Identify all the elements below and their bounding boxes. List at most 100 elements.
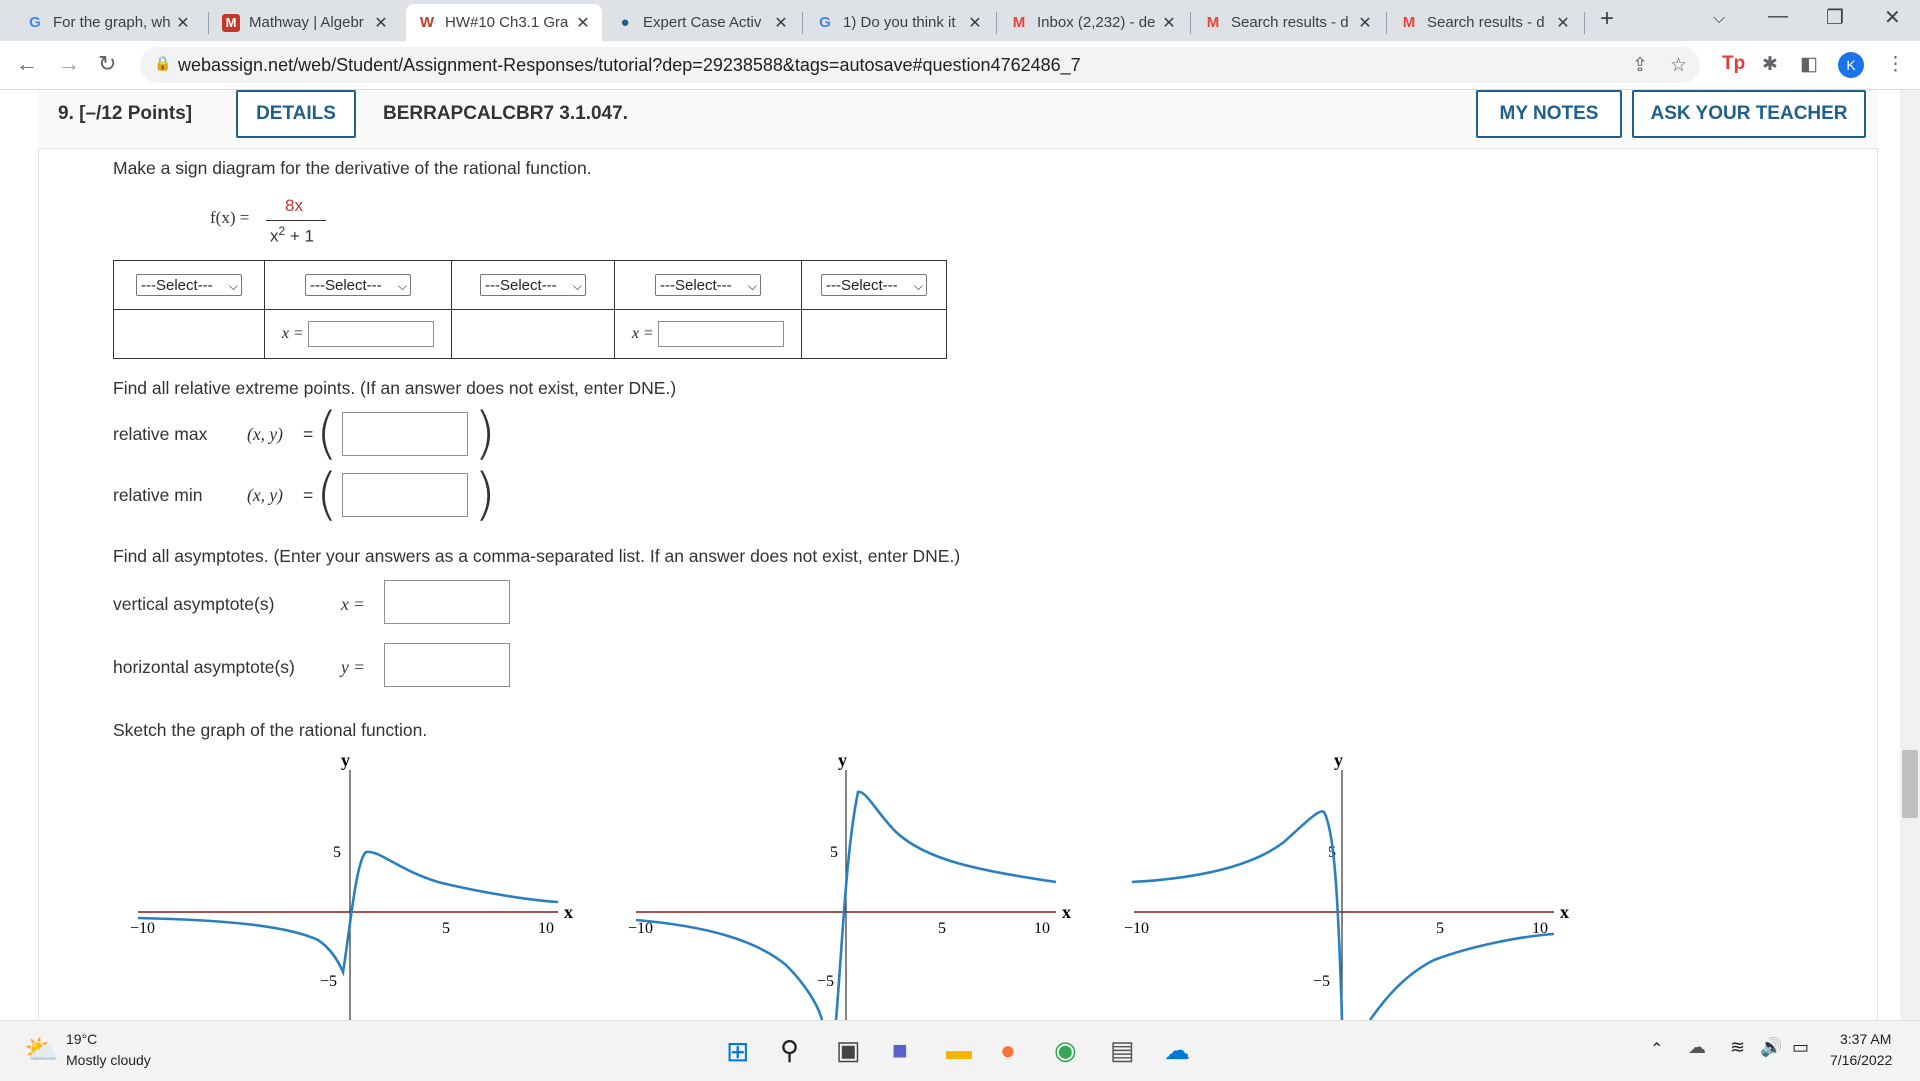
- windows-taskbar: ⛅ 19°C Mostly cloudy ⊞ ⚲ ▣ ■ ▬ ● ◉ ▤ ☁ ⌃…: [0, 1020, 1920, 1081]
- y-tick-neg5: −5: [1313, 973, 1330, 990]
- close-window-button[interactable]: ✕: [1884, 5, 1901, 30]
- page-scrollbar[interactable]: [1900, 90, 1920, 1020]
- browser-tab-active[interactable]: W HW#10 Ch3.1 Gra ✕: [406, 4, 602, 41]
- windows-start-icon[interactable]: ⊞: [726, 1035, 749, 1068]
- details-button[interactable]: DETAILS: [236, 90, 356, 138]
- sign-select-2[interactable]: ---Select--- ⌵: [305, 274, 411, 296]
- side-panel-icon[interactable]: ◧: [1800, 53, 1818, 76]
- weather-description[interactable]: Mostly cloudy: [66, 1052, 151, 1068]
- sign-select-4[interactable]: ---Select--- ⌵: [655, 274, 761, 296]
- graph-option-3[interactable]: y x 5 −5 −10 5 10: [1124, 750, 1584, 1020]
- weather-temperature[interactable]: 19°C: [66, 1031, 97, 1047]
- denominator-rest: + 1: [285, 226, 315, 246]
- close-tab-icon[interactable]: ✕: [964, 13, 986, 33]
- right-paren: ): [474, 401, 496, 466]
- tab-title: Search results - d: [1427, 14, 1545, 31]
- notepad-icon[interactable]: ▤: [1110, 1035, 1135, 1066]
- select-label: ---Select---: [826, 277, 898, 294]
- close-tab-icon[interactable]: ✕: [1552, 13, 1574, 33]
- y-tick-5: 5: [333, 844, 341, 861]
- browser-tab[interactable]: M Search results - d ✕: [1192, 4, 1384, 41]
- tab-title: Expert Case Activ: [643, 14, 762, 31]
- left-paren: (: [316, 462, 338, 527]
- graph-option-2[interactable]: y x 5 −5 −10 5 10: [626, 750, 1086, 1020]
- forward-icon[interactable]: →: [58, 51, 80, 77]
- x-tick-neg10: −10: [130, 920, 155, 937]
- file-explorer-icon[interactable]: ▬: [946, 1035, 972, 1066]
- gmail-icon: M: [1206, 14, 1220, 31]
- teams-chat-icon[interactable]: ■: [892, 1035, 908, 1066]
- onedrive-tray-icon[interactable]: ☁: [1688, 1037, 1706, 1058]
- browser-tab[interactable]: M Mathway | Algebr ✕: [210, 4, 400, 41]
- page-content: 9. [–/12 Points] DETAILS BERRAPCALCBR7 3…: [0, 90, 1900, 1028]
- vertical-asymptote-input[interactable]: [384, 580, 510, 624]
- extensions-puzzle-icon[interactable]: ✱: [1762, 53, 1778, 76]
- browser-tab[interactable]: G For the graph, wh ✕: [14, 4, 202, 41]
- tab-title: Mathway | Algebr: [249, 14, 364, 31]
- sign-select-5[interactable]: ---Select--- ⌵: [821, 274, 927, 296]
- sign-diagram-prompt: Make a sign diagram for the derivative o…: [113, 158, 592, 178]
- tab-title: Inbox (2,232) - de: [1037, 14, 1156, 31]
- my-notes-button[interactable]: MY NOTES: [1476, 90, 1622, 138]
- share-icon[interactable]: ⇪: [1632, 54, 1648, 77]
- minimize-button[interactable]: —: [1768, 5, 1788, 28]
- bookmark-star-icon[interactable]: ☆: [1670, 54, 1687, 77]
- menu-kebab-icon[interactable]: ⋮: [1886, 53, 1905, 76]
- tab-separator: [1190, 12, 1191, 34]
- task-view-icon[interactable]: ▣: [836, 1035, 861, 1066]
- battery-icon[interactable]: ▭: [1792, 1037, 1809, 1058]
- relative-max-input[interactable]: [342, 412, 468, 456]
- browser-tab[interactable]: ● Expert Case Activ ✕: [604, 4, 800, 41]
- relative-min-input[interactable]: [342, 473, 468, 517]
- graph-curve-right: [1368, 932, 1555, 1020]
- close-tab-icon[interactable]: ✕: [1354, 13, 1376, 33]
- reload-icon[interactable]: ↻: [98, 51, 116, 77]
- critical-point-2-input[interactable]: [658, 321, 785, 347]
- clock-time[interactable]: 3:37 AM: [1840, 1031, 1891, 1047]
- new-tab-button[interactable]: +: [1600, 5, 1614, 33]
- sign-select-1[interactable]: ---Select--- ⌵: [136, 274, 242, 296]
- lock-icon[interactable]: 🔒: [154, 55, 171, 72]
- tab-title: 1) Do you think it: [843, 14, 956, 31]
- close-tab-icon[interactable]: ✕: [770, 13, 792, 33]
- sign-select-3[interactable]: ---Select--- ⌵: [480, 274, 586, 296]
- clock-date[interactable]: 7/16/2022: [1830, 1052, 1892, 1068]
- browser-tab[interactable]: G 1) Do you think it ✕: [804, 4, 994, 41]
- close-tab-icon[interactable]: ✕: [572, 13, 594, 33]
- firefox-icon[interactable]: ●: [1000, 1035, 1016, 1066]
- tab-search-icon[interactable]: ⌵: [1713, 10, 1725, 28]
- left-paren: (: [316, 401, 338, 466]
- restore-button[interactable]: ❐: [1826, 5, 1844, 30]
- sketch-prompt: Sketch the graph of the rational functio…: [113, 720, 428, 740]
- address-bar[interactable]: 🔒 webassign.net/web/Student/Assignment-R…: [140, 47, 1700, 83]
- ask-teacher-button[interactable]: ASK YOUR TEACHER: [1632, 90, 1866, 138]
- asymptotes-prompt: Find all asymptotes. (Enter your answers…: [113, 546, 961, 566]
- volume-icon[interactable]: 🔊: [1760, 1037, 1782, 1058]
- graph-option-1[interactable]: y x 5 −5 −10 5 10: [128, 750, 588, 1020]
- relative-max-label: relative max: [113, 424, 208, 444]
- function-lhs: f(x) =: [210, 208, 250, 227]
- browser-tab[interactable]: M Inbox (2,232) - de ✕: [998, 4, 1188, 41]
- back-icon[interactable]: ←: [16, 51, 38, 77]
- extension-tp-icon[interactable]: Tp: [1722, 53, 1745, 75]
- chrome-icon[interactable]: ◉: [1054, 1035, 1077, 1066]
- close-tab-icon[interactable]: ✕: [370, 13, 392, 33]
- scrollbar-thumb[interactable]: [1902, 750, 1918, 818]
- weather-icon[interactable]: ⛅: [24, 1033, 59, 1066]
- browser-tab[interactable]: M Search results - d ✕: [1388, 4, 1582, 41]
- y-tick-neg5: −5: [320, 973, 337, 990]
- show-hidden-icons[interactable]: ⌃: [1650, 1039, 1663, 1059]
- critical-point-1-input[interactable]: [308, 321, 435, 347]
- close-tab-icon[interactable]: ✕: [172, 13, 194, 33]
- close-tab-icon[interactable]: ✕: [1158, 13, 1180, 33]
- profile-avatar[interactable]: K: [1838, 52, 1864, 78]
- tab-separator: [208, 12, 209, 34]
- wifi-icon[interactable]: ≋: [1730, 1037, 1745, 1058]
- horizontal-asymptote-input[interactable]: [384, 643, 510, 687]
- select-label: ---Select---: [660, 277, 732, 294]
- sign-diagram-table: ---Select--- ⌵ ---Select--- ⌵ ---Select---…: [113, 260, 947, 359]
- x-tick-5: 5: [1436, 920, 1444, 937]
- onedrive-icon[interactable]: ☁: [1164, 1035, 1190, 1066]
- url-text[interactable]: webassign.net/web/Student/Assignment-Res…: [178, 55, 1081, 76]
- search-icon[interactable]: ⚲: [780, 1035, 799, 1066]
